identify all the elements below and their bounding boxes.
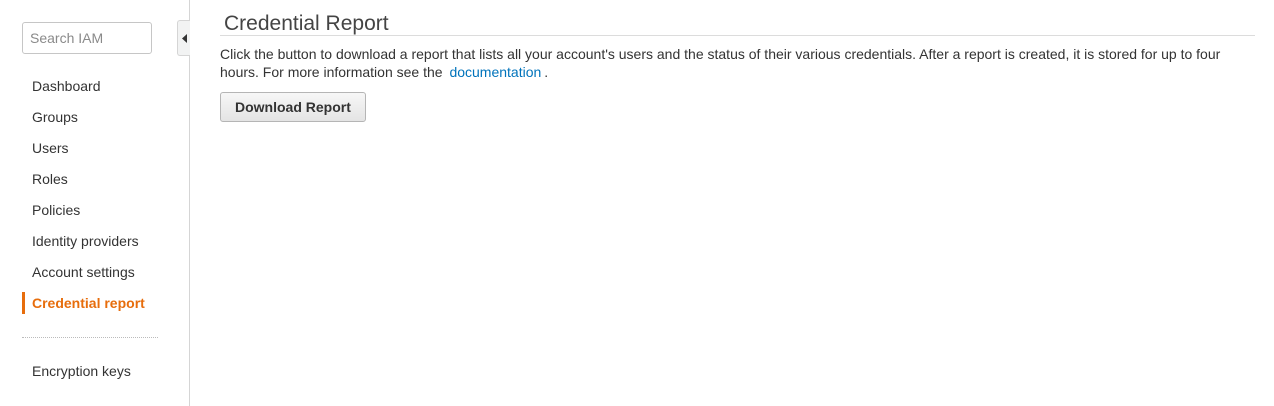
sidebar-collapse-button[interactable] [177, 20, 190, 56]
sidebar-item-policies[interactable]: Policies [22, 199, 172, 221]
documentation-link[interactable]: documentation [449, 64, 541, 80]
sidebar-item-account-settings[interactable]: Account settings [22, 261, 172, 283]
title-divider [220, 35, 1255, 36]
sidebar-divider [22, 337, 158, 338]
sidebar-item-users[interactable]: Users [22, 137, 172, 159]
sidebar: Dashboard Groups Users Roles Policies Id… [0, 0, 190, 406]
sidebar-item-identity-providers[interactable]: Identity providers [22, 230, 172, 252]
caret-left-icon [182, 34, 187, 43]
sidebar-item-encryption-keys[interactable]: Encryption keys [22, 360, 172, 382]
description-text: Click the button to download a report th… [220, 46, 1221, 80]
sidebar-item-groups[interactable]: Groups [22, 106, 172, 128]
page-description: Click the button to download a report th… [220, 45, 1255, 81]
search-input[interactable] [22, 22, 152, 54]
page-title: Credential Report [224, 12, 389, 35]
sidebar-item-dashboard[interactable]: Dashboard [22, 75, 172, 97]
download-report-button[interactable]: Download Report [220, 92, 366, 122]
sidebar-item-roles[interactable]: Roles [22, 168, 172, 190]
description-end: . [544, 64, 549, 80]
sidebar-item-credential-report[interactable]: Credential report [22, 292, 172, 314]
